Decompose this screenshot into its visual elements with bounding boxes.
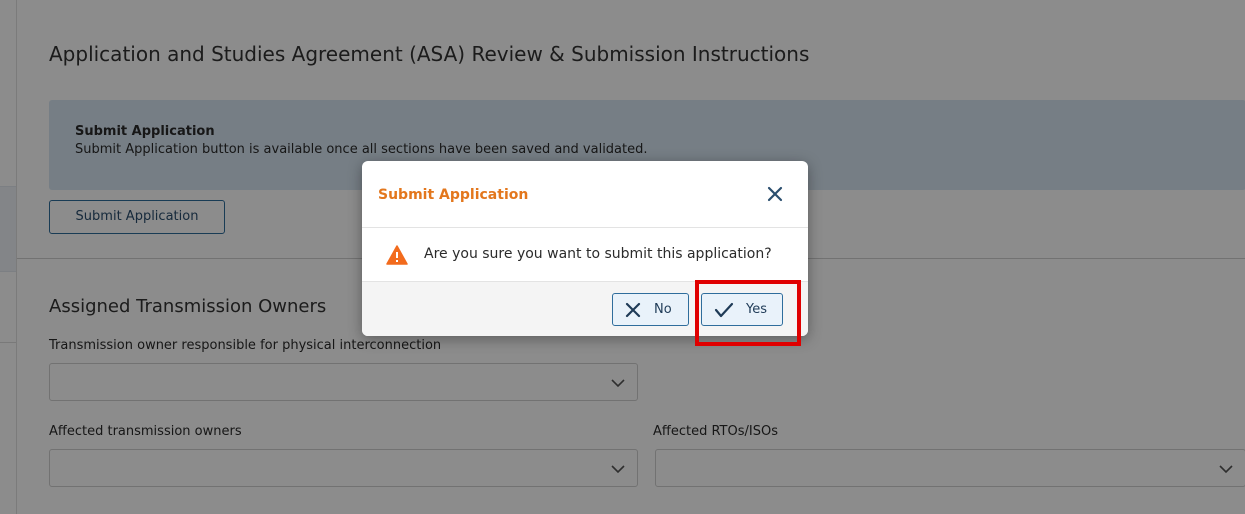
no-button[interactable]: No	[612, 293, 689, 326]
dialog-message: Are you sure you want to submit this app…	[424, 246, 772, 262]
dialog-title: Submit Application	[378, 187, 529, 203]
yes-button-highlight	[695, 280, 801, 346]
dialog-header: Submit Application	[362, 161, 808, 228]
dialog-body: Are you sure you want to submit this app…	[362, 228, 808, 281]
x-icon	[625, 302, 641, 318]
warning-icon	[386, 245, 408, 265]
no-button-label: No	[654, 302, 672, 317]
close-icon[interactable]	[764, 183, 786, 205]
